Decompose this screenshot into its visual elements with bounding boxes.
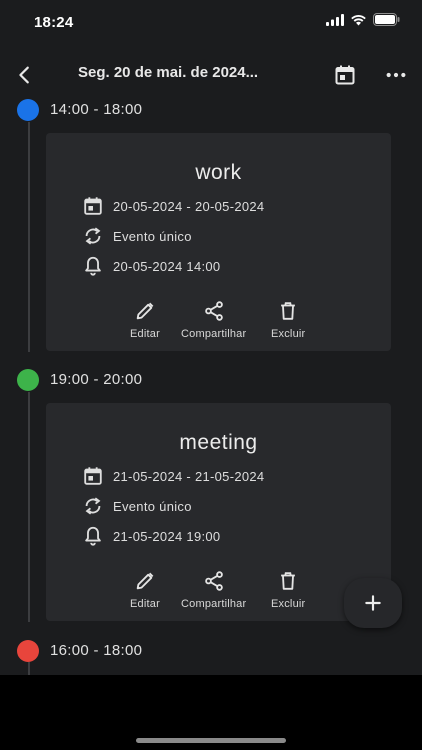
status-bar: 18:24 [0,0,422,44]
home-indicator[interactable] [136,738,286,743]
share-icon [202,299,226,323]
share-button[interactable]: Compartilhar [181,569,246,610]
event-title: work [195,161,242,184]
edit-button[interactable]: Editar [130,299,160,340]
more-horizontal-icon [386,72,406,78]
status-icons [326,13,400,31]
event-reminder-row: 21-05-2024 19:00 [82,524,220,548]
timeline-line [28,392,30,622]
plus-icon [365,595,381,611]
event-date-row: 20-05-2024 - 20-05-2024 [82,194,264,218]
chevron-left-icon [19,66,29,84]
event-reminder-row: 20-05-2024 14:00 [82,254,220,278]
more-button[interactable] [383,62,409,88]
trash-icon [276,569,300,593]
app-bar: Seg. 20 de mai. de 2024... [0,52,422,96]
event-date-range: 20-05-2024 - 20-05-2024 [113,198,265,214]
share-icon [202,569,226,593]
page-title: Seg. 20 de mai. de 2024... [78,64,259,81]
time-dot-red [17,640,39,662]
event-recurrence: Evento único [113,498,192,514]
timeline-line [28,662,30,675]
repeat-icon [82,495,104,517]
delete-button[interactable]: Excluir [271,299,305,340]
event-card[interactable]: work 20-05-2024 - 20-05-2024 Evento únic… [46,133,391,351]
calendar-today-icon [335,65,355,85]
time-range-label: 16:00 - 18:00 [50,642,143,659]
trash-icon [276,299,300,323]
share-label: Compartilhar [181,598,247,610]
repeat-icon [82,225,104,247]
share-button[interactable]: Compartilhar [181,299,246,340]
time-range-label: 14:00 - 18:00 [50,101,143,118]
edit-button[interactable]: Editar [130,569,160,610]
time-range-label: 19:00 - 20:00 [50,371,143,388]
bell-icon [82,255,104,277]
event-recurrence-row: Evento único [82,224,192,248]
time-dot-green [17,369,39,391]
status-time: 18:24 [34,13,74,31]
edit-label: Editar [130,328,160,340]
delete-label: Excluir [271,328,306,340]
signal-icon [326,13,344,31]
back-button[interactable] [12,62,38,88]
share-label: Compartilhar [181,328,247,340]
timeline-line [28,122,30,352]
event-title: meeting [179,431,258,454]
event-actions: Editar Compartilhar Excluir [46,569,391,613]
pencil-icon [133,299,157,323]
bell-icon [82,525,104,547]
add-event-button[interactable] [344,578,402,628]
event-recurrence-row: Evento único [82,494,192,518]
edit-label: Editar [130,598,160,610]
event-reminder: 20-05-2024 14:00 [113,258,221,274]
event-date-row: 21-05-2024 - 21-05-2024 [82,464,264,488]
event-actions: Editar Compartilhar Excluir [46,299,391,343]
calendar-icon [82,195,104,217]
event-card[interactable]: meeting 21-05-2024 - 21-05-2024 Evento ú… [46,403,391,621]
delete-button[interactable]: Excluir [271,569,305,610]
event-date-range: 21-05-2024 - 21-05-2024 [113,468,265,484]
wifi-icon [350,13,367,31]
pencil-icon [133,569,157,593]
event-recurrence: Evento único [113,228,192,244]
today-button[interactable] [332,62,358,88]
calendar-icon [82,465,104,487]
time-dot-blue [17,99,39,121]
delete-label: Excluir [271,598,306,610]
event-reminder: 21-05-2024 19:00 [113,528,221,544]
battery-icon [373,13,400,31]
